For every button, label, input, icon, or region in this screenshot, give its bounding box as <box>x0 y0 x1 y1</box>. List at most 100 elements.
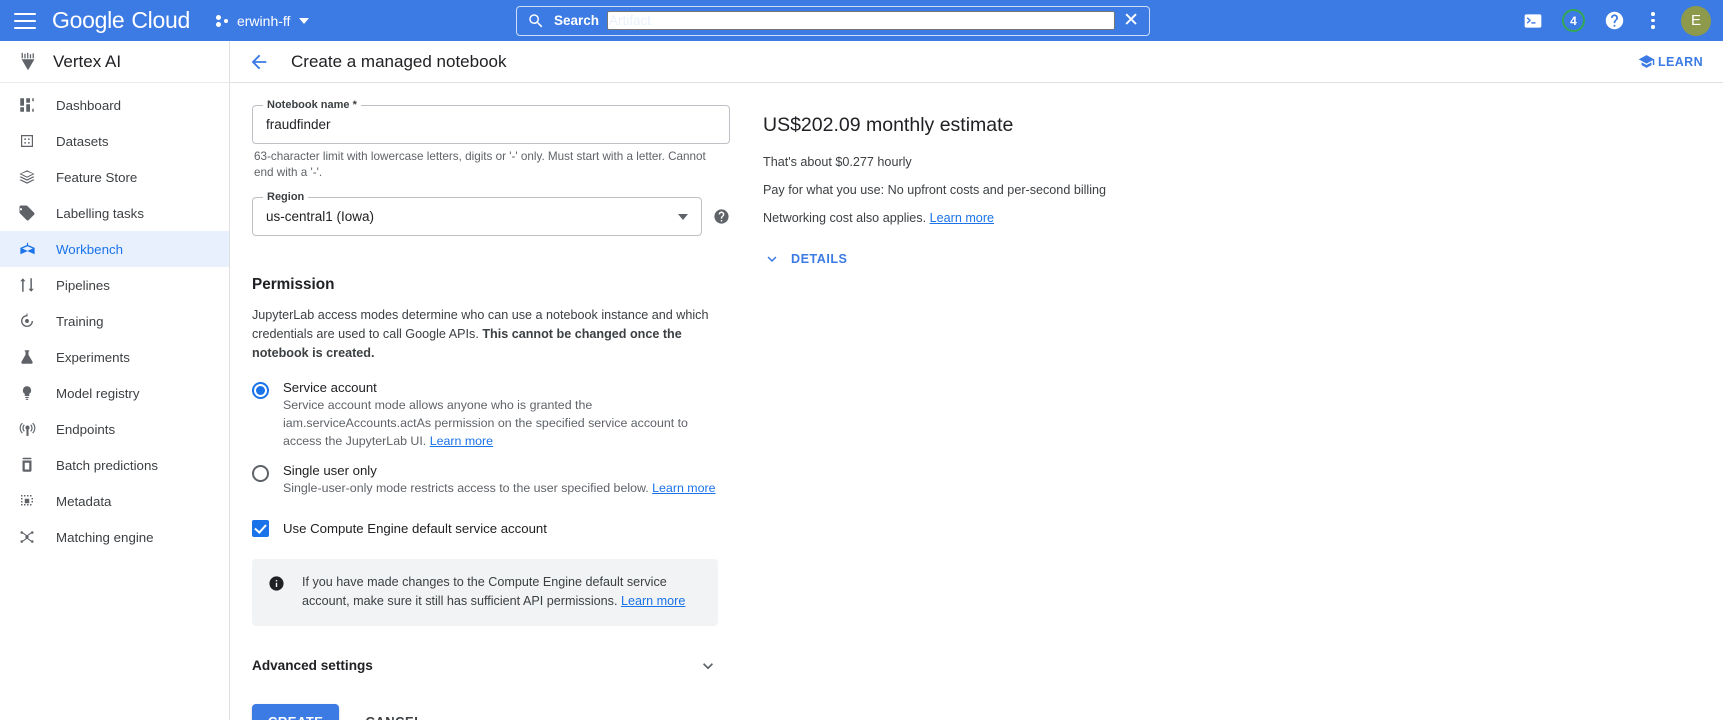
search-input[interactable] <box>607 11 1115 30</box>
sidebar-item-datasets[interactable]: Datasets <box>0 123 229 159</box>
notebook-form: Notebook name * 63-character limit with … <box>230 105 730 720</box>
sidebar-item-label: Training <box>56 314 104 329</box>
feature-store-layers-icon <box>17 167 37 187</box>
matching-engine-nodes-icon <box>17 527 37 547</box>
sidebar-item-feature-store[interactable]: Feature Store <box>0 159 229 195</box>
brand-google: Google <box>52 7 124 34</box>
sidebar-item-batch-predictions[interactable]: Batch predictions <box>0 447 229 483</box>
region-select[interactable]: Region us-central1 (Iowa) <box>252 197 702 236</box>
radio-description-text: Single-user-only mode restricts access t… <box>283 481 652 495</box>
sidebar-item-metadata[interactable]: Metadata <box>0 483 229 519</box>
details-label: DETAILS <box>791 252 847 266</box>
batch-predictions-icon <box>17 455 37 475</box>
learn-button[interactable]: LEARN <box>1638 53 1703 70</box>
sidebar-item-label: Experiments <box>56 350 130 365</box>
sidebar-item-dashboard[interactable]: Dashboard <box>0 87 229 123</box>
info-banner-text: If you have made changes to the Compute … <box>302 573 702 612</box>
learn-more-link[interactable]: Learn more <box>652 481 715 495</box>
advanced-settings-toggle[interactable]: Advanced settings <box>252 656 718 676</box>
radio-single-user-only[interactable] <box>252 465 269 482</box>
model-registry-icon <box>17 383 37 403</box>
radio-description: Service account mode allows anyone who i… <box>283 397 729 451</box>
project-name: erwinh-ff <box>237 13 290 29</box>
project-dots-icon <box>216 14 230 28</box>
use-default-service-account-checkbox[interactable] <box>252 520 269 537</box>
cancel-button[interactable]: CANCEL <box>351 704 436 720</box>
experiments-flask-icon <box>17 347 37 367</box>
sidebar-item-label: Pipelines <box>56 278 110 293</box>
sidebar-item-model-registry[interactable]: Model registry <box>0 375 229 411</box>
pipelines-arrows-icon <box>17 275 37 295</box>
project-selector[interactable]: erwinh-ff <box>216 13 309 29</box>
sidebar-item-label: Dashboard <box>56 98 121 113</box>
global-search-bar[interactable]: Search ✕ <box>516 6 1150 36</box>
topbar-actions: 4 E <box>1522 6 1711 36</box>
cloud-shell-terminal-icon[interactable] <box>1522 10 1544 32</box>
page-header: Create a managed notebook LEARN <box>230 41 1723 83</box>
content-body: Notebook name * 63-character limit with … <box>230 83 1723 720</box>
chevron-down-icon <box>299 18 309 24</box>
learn-more-link[interactable]: Learn more <box>930 211 994 225</box>
sidebar-item-label: Matching engine <box>56 530 154 545</box>
sidebar-item-label: Model registry <box>56 386 140 401</box>
estimate-title: US$202.09 monthly estimate <box>763 114 1723 137</box>
chevron-down-icon <box>698 656 718 676</box>
permission-description: JupyterLab access modes determine who ca… <box>252 306 714 363</box>
training-target-icon <box>17 311 37 331</box>
vertex-ai-icon <box>17 51 39 73</box>
radio-service-account[interactable] <box>252 382 269 399</box>
search-label: Search <box>554 13 599 28</box>
radio-option-service-account[interactable]: Service account Service account mode all… <box>252 380 730 451</box>
default-service-account-row[interactable]: Use Compute Engine default service accou… <box>252 520 730 537</box>
sidebar-item-workbench[interactable]: Workbench <box>0 231 229 267</box>
datasets-grid-icon <box>17 131 37 151</box>
notifications-badge[interactable]: 4 <box>1562 9 1585 32</box>
hamburger-menu-icon[interactable] <box>14 8 40 34</box>
product-title: Vertex AI <box>53 52 121 72</box>
sidebar-item-matching-engine[interactable]: Matching engine <box>0 519 229 555</box>
workbench-icon <box>17 239 37 259</box>
learn-more-link[interactable]: Learn more <box>430 434 493 448</box>
user-avatar[interactable]: E <box>1681 6 1711 36</box>
notebook-name-helper: 63-character limit with lowercase letter… <box>254 149 728 180</box>
sidebar-item-training[interactable]: Training <box>0 303 229 339</box>
radio-text: Service account Service account mode all… <box>283 380 729 451</box>
region-value: us-central1 (Iowa) <box>266 209 678 224</box>
metadata-icon <box>17 491 37 511</box>
google-cloud-logo[interactable]: Google Cloud <box>52 7 190 34</box>
nav-items: Dashboard Datasets Feature Store Labelli… <box>0 83 229 555</box>
form-actions: CREATE CANCEL <box>252 704 730 720</box>
app-shell: Vertex AI Dashboard Datasets Feature Sto <box>0 41 1723 720</box>
chevron-down-icon <box>763 250 781 268</box>
details-toggle[interactable]: DETAILS <box>763 250 1723 268</box>
sidebar-item-pipelines[interactable]: Pipelines <box>0 267 229 303</box>
info-banner-message: If you have made changes to the Compute … <box>302 575 667 609</box>
radio-option-single-user[interactable]: Single user only Single-user-only mode r… <box>252 463 730 498</box>
search-clear-icon[interactable]: ✕ <box>1115 11 1139 30</box>
info-banner: If you have made changes to the Compute … <box>252 559 718 626</box>
sidebar-item-label: Datasets <box>56 134 108 149</box>
graduation-cap-icon <box>1638 53 1655 70</box>
region-help-icon[interactable] <box>713 208 730 225</box>
sidebar-item-labelling-tasks[interactable]: Labelling tasks <box>0 195 229 231</box>
estimate-networking-text: Networking cost also applies. <box>763 211 930 225</box>
sidebar-item-label: Endpoints <box>56 422 115 437</box>
sidebar-item-endpoints[interactable]: Endpoints <box>0 411 229 447</box>
permission-heading: Permission <box>252 276 730 294</box>
sidebar-item-label: Batch predictions <box>56 458 158 473</box>
page-title: Create a managed notebook <box>291 52 507 72</box>
notebook-name-input[interactable] <box>266 117 716 132</box>
sidebar-item-experiments[interactable]: Experiments <box>0 339 229 375</box>
estimate-hourly: That's about $0.277 hourly <box>763 155 1723 169</box>
more-options-icon[interactable] <box>1643 12 1663 29</box>
create-button[interactable]: CREATE <box>252 704 339 720</box>
help-circle-icon[interactable] <box>1603 10 1625 32</box>
radio-label: Single user only <box>283 463 716 478</box>
brand-cloud: Cloud <box>131 7 190 34</box>
main-content: Create a managed notebook LEARN Notebook… <box>230 41 1723 720</box>
back-arrow-icon[interactable] <box>247 50 271 74</box>
estimate-networking: Networking cost also applies. Learn more <box>763 211 1723 225</box>
sidebar-item-label: Metadata <box>56 494 111 509</box>
learn-more-link[interactable]: Learn more <box>621 594 685 608</box>
notebook-name-field[interactable]: Notebook name * <box>252 105 730 144</box>
